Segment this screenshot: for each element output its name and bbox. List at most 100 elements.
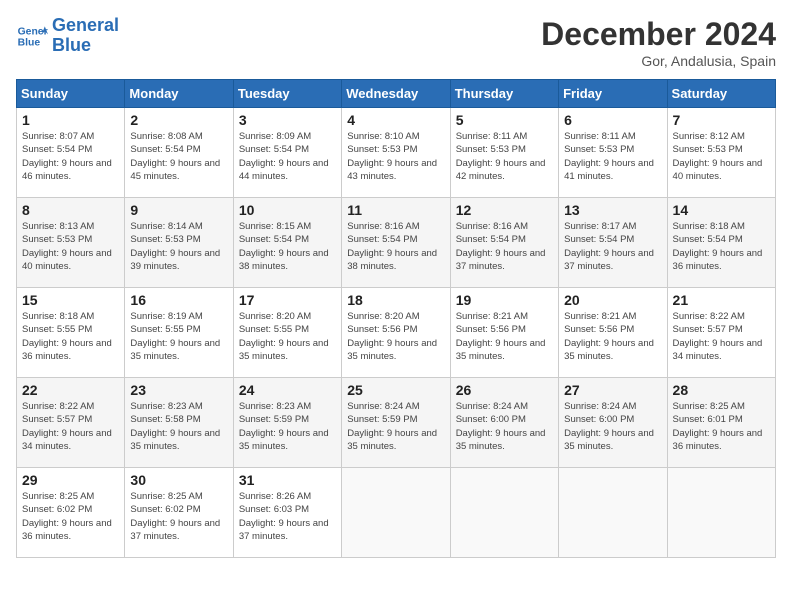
day-detail: Sunrise: 8:11 AMSunset: 5:53 PMDaylight:… (564, 130, 661, 183)
title-block: December 2024 Gor, Andalusia, Spain (541, 16, 776, 69)
calendar-day-cell: 18 Sunrise: 8:20 AMSunset: 5:56 PMDayligh… (342, 288, 450, 378)
calendar-day-cell: 16Sunrise: 8:19 AMSunset: 5:55 PMDayligh… (125, 288, 233, 378)
day-detail: Sunrise: 8:22 AMSunset: 5:57 PMDaylight:… (22, 400, 119, 453)
weekday-header-cell: Thursday (450, 80, 558, 108)
calendar-day-cell (559, 468, 667, 558)
svg-text:Blue: Blue (18, 37, 41, 48)
day-number: 28 (673, 382, 770, 398)
day-detail: Sunrise: 8:24 AMSunset: 5:59 PMDaylight:… (347, 400, 444, 453)
calendar-day-cell: 12 Sunrise: 8:16 AMSunset: 5:54 PMDayligh… (450, 198, 558, 288)
day-detail: Sunrise: 8:16 AMSunset: 5:54 PMDaylight:… (347, 220, 444, 273)
calendar-day-cell: 9 Sunrise: 8:14 AMSunset: 5:53 PMDaylight… (125, 198, 233, 288)
calendar-day-cell: 10Sunrise: 8:15 AMSunset: 5:54 PMDayligh… (233, 198, 341, 288)
day-detail: Sunrise: 8:25 AMSunset: 6:02 PMDaylight:… (22, 490, 119, 543)
day-number: 9 (130, 202, 227, 218)
weekday-header-cell: Wednesday (342, 80, 450, 108)
day-number: 22 (22, 382, 119, 398)
calendar-day-cell: 19Sunrise: 8:21 AMSunset: 5:56 PMDayligh… (450, 288, 558, 378)
calendar-day-cell: 20 Sunrise: 8:21 AMSunset: 5:56 PMDayligh… (559, 288, 667, 378)
day-detail: Sunrise: 8:15 AMSunset: 5:54 PMDaylight:… (239, 220, 336, 273)
day-detail: Sunrise: 8:17 AMSunset: 5:54 PMDaylight:… (564, 220, 661, 273)
day-number: 8 (22, 202, 119, 218)
calendar-day-cell: 13 Sunrise: 8:17 AMSunset: 5:54 PMDayligh… (559, 198, 667, 288)
calendar-day-cell: 21 Sunrise: 8:22 AMSunset: 5:57 PMDayligh… (667, 288, 775, 378)
weekday-header-cell: Saturday (667, 80, 775, 108)
day-detail: Sunrise: 8:13 AMSunset: 5:53 PMDaylight:… (22, 220, 119, 273)
logo-text: General Blue (52, 16, 119, 56)
day-detail: Sunrise: 8:22 AMSunset: 5:57 PMDaylight:… (673, 310, 770, 363)
calendar-day-cell: 14Sunrise: 8:18 AMSunset: 5:54 PMDayligh… (667, 198, 775, 288)
calendar-week-row: 1Sunrise: 8:07 AMSunset: 5:54 PMDaylight… (17, 108, 776, 198)
calendar-week-row: 29Sunrise: 8:25 AMSunset: 6:02 PMDayligh… (17, 468, 776, 558)
calendar-day-cell: 8 Sunrise: 8:13 AMSunset: 5:53 PMDaylight… (17, 198, 125, 288)
day-detail: Sunrise: 8:16 AMSunset: 5:54 PMDaylight:… (456, 220, 553, 273)
day-number: 6 (564, 112, 661, 128)
day-number: 4 (347, 112, 444, 128)
day-detail: Sunrise: 8:24 AMSunset: 6:00 PMDaylight:… (456, 400, 553, 453)
calendar-week-row: 8 Sunrise: 8:13 AMSunset: 5:53 PMDaylight… (17, 198, 776, 288)
calendar-day-cell: 26 Sunrise: 8:24 AMSunset: 6:00 PMDayligh… (450, 378, 558, 468)
calendar-week-row: 22 Sunrise: 8:22 AMSunset: 5:57 PMDayligh… (17, 378, 776, 468)
weekday-header-row: SundayMondayTuesdayWednesdayThursdayFrid… (17, 80, 776, 108)
weekday-header-cell: Tuesday (233, 80, 341, 108)
calendar-day-cell: 15Sunrise: 8:18 AMSunset: 5:55 PMDayligh… (17, 288, 125, 378)
calendar-day-cell: 27 Sunrise: 8:24 AMSunset: 6:00 PMDayligh… (559, 378, 667, 468)
calendar-day-cell (342, 468, 450, 558)
day-number: 13 (564, 202, 661, 218)
logo-icon: General Blue (16, 20, 48, 52)
day-detail: Sunrise: 8:08 AMSunset: 5:54 PMDaylight:… (130, 130, 227, 183)
calendar-day-cell: 6 Sunrise: 8:11 AMSunset: 5:53 PMDaylight… (559, 108, 667, 198)
day-detail: Sunrise: 8:10 AMSunset: 5:53 PMDaylight:… (347, 130, 444, 183)
calendar-body: 1Sunrise: 8:07 AMSunset: 5:54 PMDaylight… (17, 108, 776, 558)
day-number: 20 (564, 292, 661, 308)
day-number: 3 (239, 112, 336, 128)
day-detail: Sunrise: 8:25 AMSunset: 6:01 PMDaylight:… (673, 400, 770, 453)
calendar-day-cell (450, 468, 558, 558)
day-number: 26 (456, 382, 553, 398)
calendar-day-cell: 17 Sunrise: 8:20 AMSunset: 5:55 PMDayligh… (233, 288, 341, 378)
calendar-day-cell: 4 Sunrise: 8:10 AMSunset: 5:53 PMDaylight… (342, 108, 450, 198)
calendar-day-cell: 29Sunrise: 8:25 AMSunset: 6:02 PMDayligh… (17, 468, 125, 558)
day-number: 2 (130, 112, 227, 128)
calendar-day-cell: 5Sunrise: 8:11 AMSunset: 5:53 PMDaylight… (450, 108, 558, 198)
day-detail: Sunrise: 8:09 AMSunset: 5:54 PMDaylight:… (239, 130, 336, 183)
calendar-day-cell: 25Sunrise: 8:24 AMSunset: 5:59 PMDayligh… (342, 378, 450, 468)
day-detail: Sunrise: 8:23 AMSunset: 5:59 PMDaylight:… (239, 400, 336, 453)
location-subtitle: Gor, Andalusia, Spain (541, 53, 776, 69)
day-number: 31 (239, 472, 336, 488)
day-detail: Sunrise: 8:21 AMSunset: 5:56 PMDaylight:… (564, 310, 661, 363)
day-detail: Sunrise: 8:25 AMSunset: 6:02 PMDaylight:… (130, 490, 227, 543)
day-number: 12 (456, 202, 553, 218)
day-detail: Sunrise: 8:18 AMSunset: 5:54 PMDaylight:… (673, 220, 770, 273)
weekday-header-cell: Friday (559, 80, 667, 108)
day-number: 18 (347, 292, 444, 308)
day-number: 11 (347, 202, 444, 218)
day-detail: Sunrise: 8:20 AMSunset: 5:55 PMDaylight:… (239, 310, 336, 363)
day-detail: Sunrise: 8:20 AMSunset: 5:56 PMDaylight:… (347, 310, 444, 363)
calendar-day-cell: 7Sunrise: 8:12 AMSunset: 5:53 PMDaylight… (667, 108, 775, 198)
calendar-day-cell (667, 468, 775, 558)
day-number: 23 (130, 382, 227, 398)
calendar-day-cell: 28 Sunrise: 8:25 AMSunset: 6:01 PMDayligh… (667, 378, 775, 468)
calendar-day-cell: 1Sunrise: 8:07 AMSunset: 5:54 PMDaylight… (17, 108, 125, 198)
calendar-day-cell: 23 Sunrise: 8:23 AMSunset: 5:58 PMDayligh… (125, 378, 233, 468)
day-number: 21 (673, 292, 770, 308)
month-year-title: December 2024 (541, 16, 776, 53)
calendar-week-row: 15Sunrise: 8:18 AMSunset: 5:55 PMDayligh… (17, 288, 776, 378)
calendar-day-cell: 30 Sunrise: 8:25 AMSunset: 6:02 PMDayligh… (125, 468, 233, 558)
calendar-day-cell: 31Sunrise: 8:26 AMSunset: 6:03 PMDayligh… (233, 468, 341, 558)
day-detail: Sunrise: 8:11 AMSunset: 5:53 PMDaylight:… (456, 130, 553, 183)
day-number: 16 (130, 292, 227, 308)
day-detail: Sunrise: 8:07 AMSunset: 5:54 PMDaylight:… (22, 130, 119, 183)
day-detail: Sunrise: 8:18 AMSunset: 5:55 PMDaylight:… (22, 310, 119, 363)
day-detail: Sunrise: 8:23 AMSunset: 5:58 PMDaylight:… (130, 400, 227, 453)
calendar-day-cell: 11 Sunrise: 8:16 AMSunset: 5:54 PMDayligh… (342, 198, 450, 288)
day-number: 17 (239, 292, 336, 308)
day-number: 30 (130, 472, 227, 488)
day-detail: Sunrise: 8:21 AMSunset: 5:56 PMDaylight:… (456, 310, 553, 363)
calendar-day-cell: 24Sunrise: 8:23 AMSunset: 5:59 PMDayligh… (233, 378, 341, 468)
day-detail: Sunrise: 8:14 AMSunset: 5:53 PMDaylight:… (130, 220, 227, 273)
day-number: 27 (564, 382, 661, 398)
weekday-header-cell: Sunday (17, 80, 125, 108)
day-detail: Sunrise: 8:24 AMSunset: 6:00 PMDaylight:… (564, 400, 661, 453)
